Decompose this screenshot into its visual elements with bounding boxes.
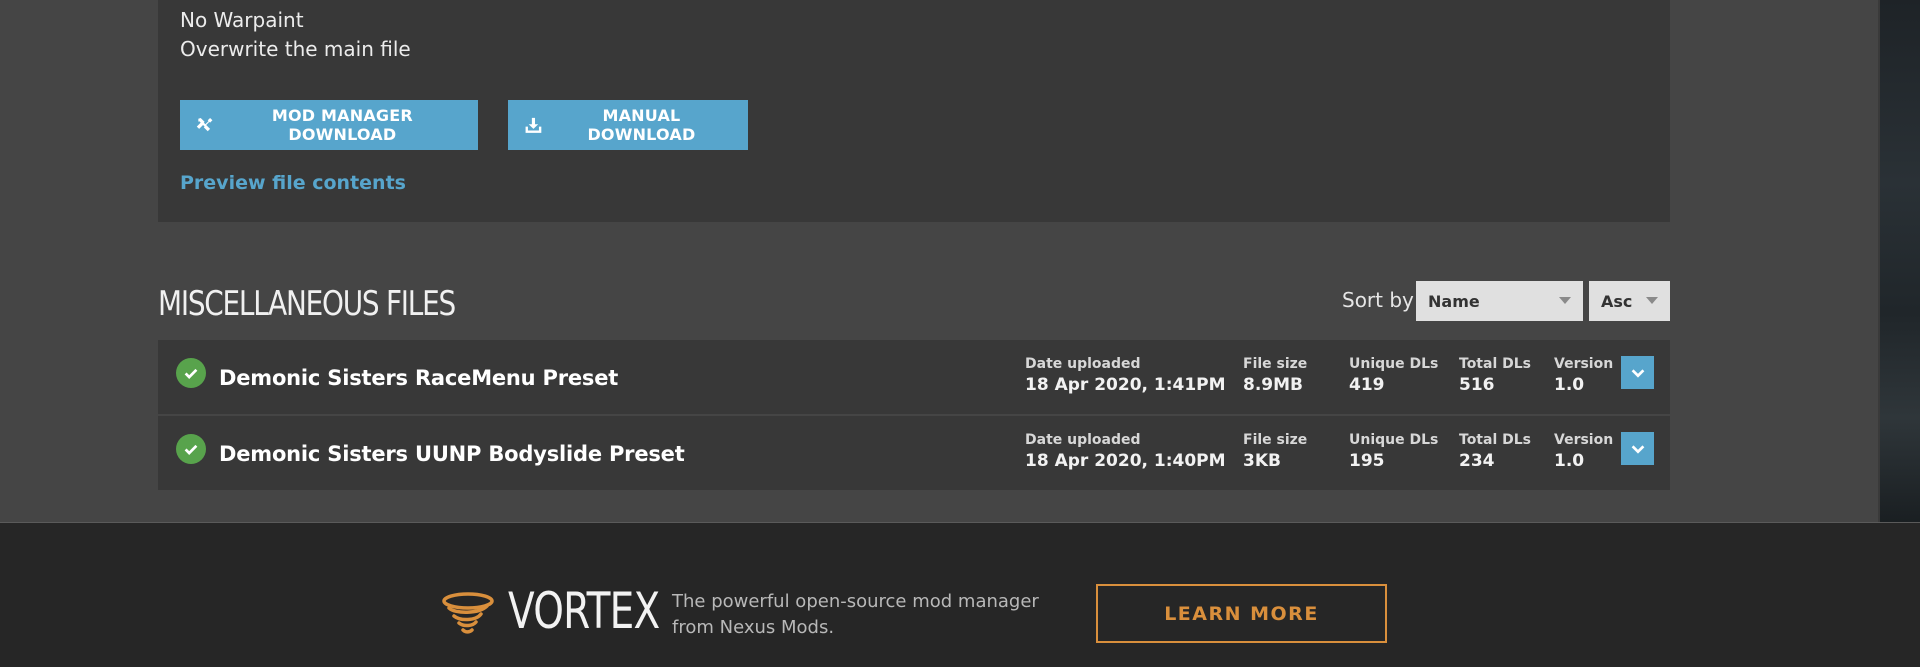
stat-label: Unique DLs <box>1349 356 1439 372</box>
file-row[interactable]: Demonic Sisters RaceMenu Preset Date upl… <box>158 340 1670 414</box>
vortex-tagline: The powerful open-source mod manager fro… <box>672 589 1072 641</box>
mod-manager-download-button[interactable]: MOD MANAGER DOWNLOAD <box>180 100 478 150</box>
total-dls-stat: Total DLs 234 <box>1459 432 1531 471</box>
stat-value: 1.0 <box>1554 375 1585 395</box>
stat-label: Version <box>1554 356 1614 372</box>
stat-label: Total DLs <box>1459 356 1531 372</box>
expand-file-button[interactable] <box>1621 432 1654 465</box>
vortex-tornado-icon <box>442 592 494 634</box>
vortex-tagline-line: from Nexus Mods. <box>672 617 835 638</box>
sort-field-select[interactable]: Name <box>1416 281 1583 321</box>
sort-order-value: Asc <box>1601 291 1633 311</box>
mod-manager-download-label: MOD MANAGER DOWNLOAD <box>271 106 413 144</box>
date-uploaded-stat: Date uploaded 18 Apr 2020, 1:41PM <box>1025 356 1226 395</box>
stat-label: File size <box>1243 432 1308 448</box>
learn-more-button[interactable]: LEARN MORE <box>1096 584 1387 643</box>
vortex-tagline-line: The powerful open-source mod manager <box>672 591 1039 612</box>
preview-file-contents-link[interactable]: Preview file contents <box>180 172 406 194</box>
expand-file-button[interactable] <box>1621 356 1654 389</box>
stat-label: Total DLs <box>1459 432 1531 448</box>
chevron-down-icon <box>1559 297 1571 304</box>
chevron-down-icon <box>1646 297 1658 304</box>
stat-value: 3KB <box>1243 451 1281 471</box>
stat-value: 18 Apr 2020, 1:40PM <box>1025 451 1226 471</box>
stat-label: Version <box>1554 432 1614 448</box>
chevron-down-icon <box>1631 444 1644 454</box>
file-size-stat: File size 8.9MB <box>1243 356 1307 395</box>
sort-order-select[interactable]: Asc <box>1589 281 1670 321</box>
tools-icon <box>196 117 213 132</box>
version-stat: Version 1.0 <box>1554 356 1613 395</box>
file-description-line: No Warpaint <box>180 8 304 32</box>
stat-value: 1.0 <box>1554 451 1585 471</box>
date-uploaded-stat: Date uploaded 18 Apr 2020, 1:40PM <box>1025 432 1226 471</box>
total-dls-stat: Total DLs 516 <box>1459 356 1531 395</box>
file-name[interactable]: Demonic Sisters UUNP Bodyslide Preset <box>219 442 685 466</box>
stat-value: 234 <box>1459 451 1495 471</box>
sort-by-label: Sort by <box>1342 288 1414 312</box>
file-download-panel: No Warpaint Overwrite the main file MOD … <box>158 0 1670 222</box>
sort-field-value: Name <box>1428 291 1480 311</box>
stat-value: 419 <box>1349 375 1385 395</box>
stat-label: Date uploaded <box>1025 432 1141 448</box>
background-art-strip <box>1878 0 1920 522</box>
file-size-stat: File size 3KB <box>1243 432 1307 471</box>
stat-value: 195 <box>1349 451 1385 471</box>
stat-value: 18 Apr 2020, 1:41PM <box>1025 375 1226 395</box>
chevron-down-icon <box>1631 368 1644 378</box>
stat-label: Unique DLs <box>1349 432 1439 448</box>
vortex-promo-footer: VORTEX The powerful open-source mod mana… <box>0 522 1920 667</box>
file-description-line: Overwrite the main file <box>180 37 411 61</box>
misc-files-heading: MISCELLANEOUS FILES <box>158 284 456 324</box>
unique-dls-stat: Unique DLs 419 <box>1349 356 1438 395</box>
download-icon <box>525 117 542 133</box>
manual-download-button[interactable]: MANUAL DOWNLOAD <box>508 100 748 150</box>
stat-label: Date uploaded <box>1025 356 1141 372</box>
stat-value: 8.9MB <box>1243 375 1303 395</box>
stat-value: 516 <box>1459 375 1495 395</box>
version-stat: Version 1.0 <box>1554 432 1613 471</box>
check-circle-icon <box>176 434 206 464</box>
file-row[interactable]: Demonic Sisters UUNP Bodyslide Preset Da… <box>158 416 1670 490</box>
vortex-brand-name: VORTEX <box>508 582 660 640</box>
check-circle-icon <box>176 358 206 388</box>
manual-download-label: MANUAL DOWNLOAD <box>587 106 696 144</box>
unique-dls-stat: Unique DLs 195 <box>1349 432 1438 471</box>
stat-label: File size <box>1243 356 1308 372</box>
file-name[interactable]: Demonic Sisters RaceMenu Preset <box>219 366 618 390</box>
